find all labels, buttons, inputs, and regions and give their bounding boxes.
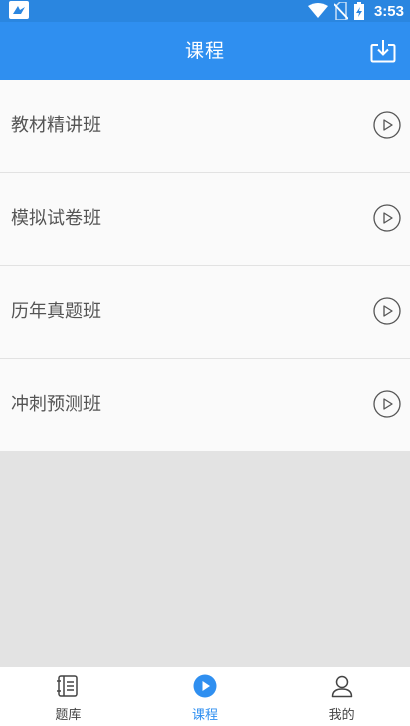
course-item-mock-exam[interactable]: 模拟试卷班 <box>0 173 410 266</box>
no-sim-icon <box>333 2 348 20</box>
app-bar: 课程 <box>0 22 410 80</box>
play-circle-icon[interactable] <box>373 390 401 418</box>
course-item-past-papers[interactable]: 历年真题班 <box>0 266 410 359</box>
course-label: 冲刺预测班 <box>11 394 101 415</box>
user-icon <box>331 675 352 698</box>
course-item-textbook[interactable]: 教材精讲班 <box>0 80 410 173</box>
download-icon[interactable] <box>370 39 396 63</box>
course-label: 模拟试卷班 <box>11 208 101 229</box>
play-circle-filled-icon <box>193 674 217 698</box>
status-bar: 3:53 <box>0 0 410 22</box>
nav-tab-question-bank[interactable]: 题库 <box>0 667 137 726</box>
play-circle-icon[interactable] <box>373 297 401 325</box>
battery-charging-icon <box>353 2 364 20</box>
nav-tab-profile[interactable]: 我的 <box>273 667 410 726</box>
course-label: 教材精讲班 <box>11 115 101 136</box>
nav-label: 课程 <box>192 708 219 723</box>
nav-label: 题库 <box>55 708 82 723</box>
empty-area <box>0 452 410 667</box>
nav-tab-courses[interactable]: 课程 <box>137 667 274 726</box>
bottom-nav: 题库 课程 我的 <box>0 667 410 726</box>
status-time: 3:53 <box>373 2 404 20</box>
course-list: 教材精讲班 模拟试卷班 历年真题班 冲刺预测班 <box>0 80 410 451</box>
nav-label: 我的 <box>328 708 355 723</box>
course-item-sprint-forecast[interactable]: 冲刺预测班 <box>0 359 410 451</box>
question-bank-icon <box>57 675 79 697</box>
course-label: 历年真题班 <box>11 301 101 322</box>
app-notification-icon <box>9 1 29 19</box>
play-circle-icon[interactable] <box>373 111 401 139</box>
page-title: 课程 <box>184 40 225 62</box>
play-circle-icon[interactable] <box>373 204 401 232</box>
status-icons: 3:53 <box>307 0 404 22</box>
wifi-icon <box>307 3 328 18</box>
